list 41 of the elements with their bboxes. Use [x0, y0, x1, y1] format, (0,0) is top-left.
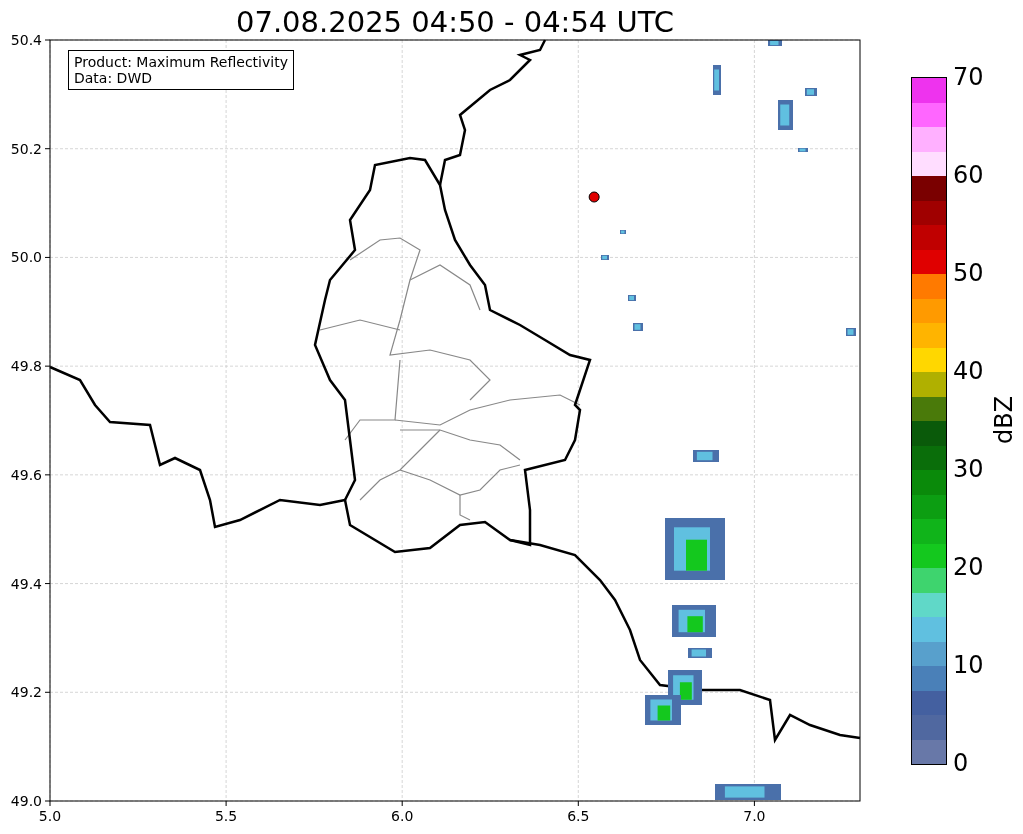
- scale-tick-label: 10: [953, 651, 984, 679]
- axis-tick-label: 49.6: [10, 466, 42, 483]
- scale-tick-label: 60: [953, 161, 984, 189]
- radar-echo: [688, 648, 712, 658]
- scale-tick-label: 40: [953, 357, 984, 385]
- radar-echo: [778, 100, 793, 130]
- axis-tick-label: 49.0: [10, 793, 42, 809]
- radar-echo: [620, 230, 626, 234]
- scale-unit-label: dBZ: [990, 395, 1019, 445]
- scale-tick-label: 50: [953, 259, 984, 287]
- axis-tick-label: 49.4: [10, 575, 42, 592]
- axis-tick-label: 5.0: [38, 808, 62, 824]
- axis-tick-label: 49.2: [10, 684, 42, 701]
- legend-text: Product: Maximum Reflectivity Data: DWD: [68, 50, 294, 90]
- radar-echo: [633, 323, 643, 331]
- radar-echo: [798, 148, 808, 152]
- axis-tick-label: 6.5: [567, 808, 590, 824]
- radar-echo: [628, 295, 636, 301]
- axis-tick-label: 50.0: [10, 249, 42, 266]
- axis-tick-label: 50.2: [10, 140, 42, 157]
- scale-tick-label: 30: [953, 455, 984, 483]
- axis-tick-label: 49.8: [10, 358, 42, 375]
- radar-echo: [715, 784, 781, 800]
- radar-echo: [601, 255, 609, 260]
- scale-tick-label: 20: [953, 553, 984, 581]
- radar-echo: [693, 450, 719, 462]
- axis-tick-label: 7.0: [743, 808, 766, 824]
- radar-echo: [665, 518, 725, 580]
- radar-echo: [645, 695, 681, 725]
- radar-echo: [805, 88, 817, 96]
- scale-tick-label: 70: [953, 63, 984, 91]
- axis-tick-label: 5.5: [214, 808, 238, 824]
- radar-echo: [768, 40, 782, 46]
- scale-tick-label: 0: [953, 749, 970, 777]
- radar-echo: [846, 328, 856, 336]
- axis-tick-label: 50.4: [10, 32, 42, 48]
- radar-echo: [672, 605, 716, 637]
- radar-echo: [713, 65, 721, 95]
- axis-tick-label: 6.0: [391, 808, 414, 824]
- chart-title: 07.08.2025 04:50 - 04:54 UTC: [235, 4, 675, 32]
- location-marker: [588, 191, 600, 203]
